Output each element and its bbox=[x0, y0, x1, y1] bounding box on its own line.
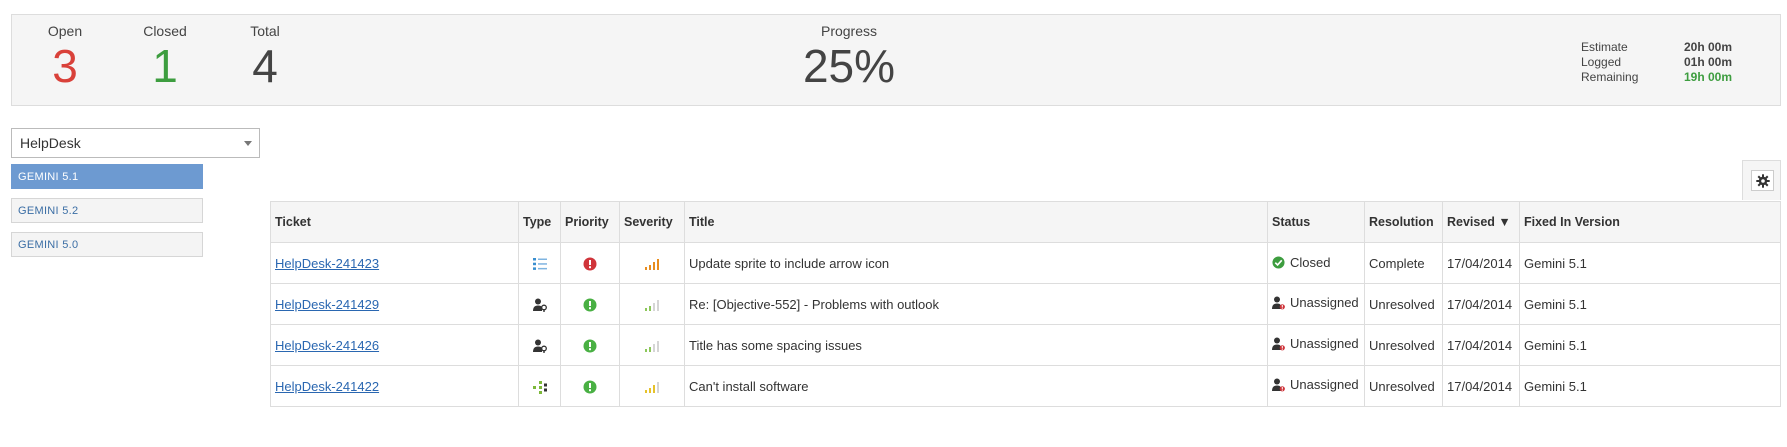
column-header-priority[interactable]: Priority bbox=[560, 201, 620, 243]
task-list-icon bbox=[532, 258, 547, 270]
chevron-down-icon bbox=[244, 141, 252, 146]
table-header-row: Ticket Type Priority Severity Title Stat… bbox=[270, 201, 1781, 243]
unassigned-user-icon bbox=[1272, 337, 1285, 351]
estimate-value: 20h 00m bbox=[1684, 40, 1733, 54]
priority-high-icon bbox=[583, 257, 597, 271]
user-wrench-icon bbox=[532, 339, 547, 353]
hierarchy-icon bbox=[532, 380, 547, 394]
total-stat: Total 4 bbox=[235, 23, 295, 91]
column-header-resolution[interactable]: Resolution bbox=[1364, 201, 1443, 243]
ticket-title: Update sprite to include arrow icon bbox=[684, 242, 1268, 284]
unassigned-user-icon bbox=[1272, 378, 1285, 392]
version-list: GEMINI 5.1 GEMINI 5.2 GEMINI 5.0 bbox=[11, 164, 203, 266]
resolution-cell: Unresolved bbox=[1364, 365, 1443, 407]
severity-low-bars-icon bbox=[645, 340, 659, 352]
gear-icon bbox=[1755, 173, 1770, 188]
revised-cell: 17/04/2014 bbox=[1442, 365, 1520, 407]
settings-tab bbox=[1742, 160, 1781, 200]
priority-normal-icon bbox=[583, 380, 597, 394]
status-cell: Unassigned bbox=[1272, 336, 1359, 351]
ticket-title: Can't install software bbox=[684, 365, 1268, 407]
status-label: Unassigned bbox=[1290, 336, 1359, 352]
column-header-ticket[interactable]: Ticket bbox=[270, 201, 519, 243]
fixed-in-cell: Gemini 5.1 bbox=[1519, 283, 1781, 325]
resolution-cell: Unresolved bbox=[1364, 324, 1443, 366]
time-summary: Estimate 20h 00m Logged 01h 00m Remainin… bbox=[1581, 40, 1732, 85]
version-item-gemini-5-2[interactable]: GEMINI 5.2 bbox=[11, 198, 203, 223]
ticket-link[interactable]: HelpDesk-241426 bbox=[275, 338, 379, 353]
check-circle-icon bbox=[1272, 255, 1285, 269]
logged-label: Logged bbox=[1581, 55, 1622, 69]
resolution-cell: Complete bbox=[1364, 242, 1443, 284]
column-header-fixed-in[interactable]: Fixed In Version bbox=[1519, 201, 1781, 243]
priority-normal-icon bbox=[583, 339, 597, 353]
unassigned-user-icon bbox=[1272, 296, 1285, 310]
status-label: Closed bbox=[1290, 254, 1331, 270]
table-row[interactable]: HelpDesk-241423 Update sprite to include… bbox=[270, 242, 1781, 284]
fixed-in-cell: Gemini 5.1 bbox=[1519, 324, 1781, 366]
closed-stat: Closed 1 bbox=[135, 23, 195, 91]
project-select-value: HelpDesk bbox=[20, 135, 81, 151]
column-header-revised[interactable]: Revised ▼ bbox=[1442, 201, 1520, 243]
column-header-severity[interactable]: Severity bbox=[619, 201, 685, 243]
severity-low-bars-icon bbox=[645, 299, 659, 311]
open-count: 3 bbox=[52, 40, 78, 92]
settings-button[interactable] bbox=[1751, 170, 1774, 191]
summary-panel: Open 3 Closed 1 Total 4 Progress 25% Est… bbox=[11, 14, 1781, 106]
table-row[interactable]: HelpDesk-241429 Re: [Objective-552] - Pr… bbox=[270, 283, 1781, 325]
status-label: Unassigned bbox=[1290, 295, 1359, 311]
resolution-cell: Unresolved bbox=[1364, 283, 1443, 325]
open-label: Open bbox=[47, 23, 83, 39]
status-cell: Unassigned bbox=[1272, 377, 1359, 392]
table-row[interactable]: HelpDesk-241426 Title has some spacing i… bbox=[270, 324, 1781, 366]
progress-stat: Progress 25% bbox=[764, 23, 934, 91]
closed-count: 1 bbox=[152, 40, 178, 92]
user-wrench-icon bbox=[532, 298, 547, 312]
remaining-label: Remaining bbox=[1581, 70, 1639, 84]
logged-row: Logged 01h 00m bbox=[1581, 55, 1732, 70]
revised-cell: 17/04/2014 bbox=[1442, 324, 1520, 366]
remaining-value: 19h 00m bbox=[1684, 70, 1733, 84]
status-cell: Closed bbox=[1272, 255, 1330, 270]
status-cell: Unassigned bbox=[1272, 295, 1359, 310]
total-count: 4 bbox=[252, 40, 278, 92]
table-row[interactable]: HelpDesk-241422 Can't install software U… bbox=[270, 365, 1781, 407]
column-header-status[interactable]: Status bbox=[1267, 201, 1365, 243]
ticket-link[interactable]: HelpDesk-241429 bbox=[275, 297, 379, 312]
progress-label: Progress bbox=[820, 23, 878, 39]
ticket-title: Re: [Objective-552] - Problems with outl… bbox=[684, 283, 1268, 325]
column-header-title[interactable]: Title bbox=[684, 201, 1268, 243]
ticket-title: Title has some spacing issues bbox=[684, 324, 1268, 366]
status-label: Unassigned bbox=[1290, 377, 1359, 393]
project-select[interactable]: HelpDesk bbox=[11, 128, 260, 158]
open-stat: Open 3 bbox=[35, 23, 95, 91]
severity-high-bars-icon bbox=[645, 258, 659, 270]
estimate-label: Estimate bbox=[1581, 40, 1628, 54]
ticket-link[interactable]: HelpDesk-241422 bbox=[275, 379, 379, 394]
column-header-type[interactable]: Type bbox=[518, 201, 561, 243]
fixed-in-cell: Gemini 5.1 bbox=[1519, 242, 1781, 284]
tickets-table: Ticket Type Priority Severity Title Stat… bbox=[270, 201, 1781, 407]
progress-value: 25% bbox=[802, 40, 896, 92]
logged-value: 01h 00m bbox=[1684, 55, 1733, 69]
priority-normal-icon bbox=[583, 298, 597, 312]
version-item-gemini-5-1[interactable]: GEMINI 5.1 bbox=[11, 164, 203, 189]
estimate-row: Estimate 20h 00m bbox=[1581, 40, 1732, 55]
ticket-link[interactable]: HelpDesk-241423 bbox=[275, 256, 379, 271]
revised-cell: 17/04/2014 bbox=[1442, 242, 1520, 284]
revised-cell: 17/04/2014 bbox=[1442, 283, 1520, 325]
remaining-row: Remaining 19h 00m bbox=[1581, 70, 1732, 85]
total-label: Total bbox=[250, 23, 280, 39]
severity-medium-bars-icon bbox=[645, 381, 659, 393]
closed-label: Closed bbox=[143, 23, 187, 39]
fixed-in-cell: Gemini 5.1 bbox=[1519, 365, 1781, 407]
version-item-gemini-5-0[interactable]: GEMINI 5.0 bbox=[11, 232, 203, 257]
